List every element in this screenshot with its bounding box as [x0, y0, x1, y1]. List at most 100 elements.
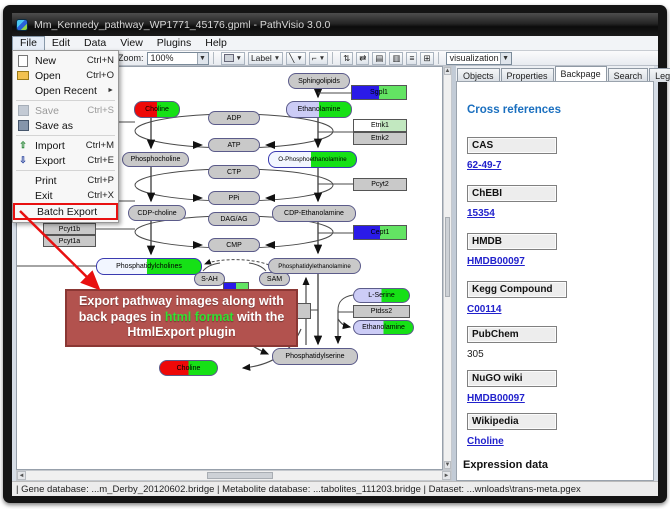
canvas-vertical-scrollbar[interactable]: ▲ ▼ [443, 66, 452, 470]
new-datanode-button[interactable]: ▼ [221, 52, 245, 65]
menu-item-print[interactable]: PrintCtrl+P [13, 173, 118, 188]
menu-item-import[interactable]: ⇧ ImportCtrl+M [13, 138, 118, 153]
node-pcyt1b[interactable]: Pcyt1b [43, 223, 96, 235]
node-atp[interactable]: ATP [208, 138, 260, 152]
align-center-x-icon: ⇅ [343, 53, 350, 64]
section-header-chebi: ChEBI [467, 185, 557, 202]
open-folder-icon [16, 70, 30, 82]
tab-backpage[interactable]: Backpage [555, 66, 607, 82]
menu-item-save-as[interactable]: Save as [13, 118, 118, 133]
title-bar[interactable]: Mm_Kennedy_pathway_WP1771_45176.gpml - P… [12, 13, 658, 36]
node-ctp[interactable]: CTP [208, 165, 260, 179]
align-center-x-button[interactable]: ⇅ [340, 52, 353, 65]
node-ethanolamine-top[interactable]: Ethanolamine [286, 101, 352, 118]
node-l-serine[interactable]: L-Serine [353, 288, 410, 303]
scroll-up-icon[interactable]: ▲ [444, 67, 451, 75]
tab-properties[interactable]: Properties [501, 68, 554, 82]
chevron-down-icon[interactable]: ▼ [197, 53, 208, 64]
chevron-down-icon: ▼ [296, 55, 302, 62]
menu-edit[interactable]: Edit [45, 36, 77, 51]
scroll-down-icon[interactable]: ▼ [444, 461, 451, 469]
menu-file[interactable]: File [12, 36, 45, 51]
node-sgpl1[interactable]: Sgpl1 [351, 85, 407, 100]
menu-plugins[interactable]: Plugins [150, 36, 198, 51]
node-phosphatidylserine[interactable]: Phosphatidylserine [272, 348, 358, 365]
status-bar: | Gene database: ...m_Derby_20120602.bri… [12, 481, 658, 496]
menu-item-exit[interactable]: ExitCtrl+X [13, 188, 118, 203]
node-ppi[interactable]: PPi [208, 191, 260, 205]
menu-item-new[interactable]: NewCtrl+N [13, 53, 118, 68]
node-phosphatidylcholines[interactable]: Phosphatidylcholines [96, 258, 202, 275]
node-phosphocholine[interactable]: Phosphocholine [122, 152, 189, 167]
node-ptdss2[interactable]: Ptdss2 [353, 305, 410, 318]
menu-view[interactable]: View [113, 36, 150, 51]
node-dag-ag[interactable]: DAG/AG [208, 212, 260, 226]
new-connector-button[interactable]: ⌐▼ [309, 52, 328, 65]
tab-legend[interactable]: Legend [649, 68, 670, 82]
node-etnk1[interactable]: Etnk1 [353, 119, 407, 132]
new-label-button[interactable]: Label▼ [248, 52, 283, 65]
menu-data[interactable]: Data [77, 36, 113, 51]
stack-horizontal-button[interactable]: ≡ [406, 52, 417, 65]
save-as-icon [16, 120, 30, 132]
scrollbar-thumb[interactable] [445, 217, 450, 297]
menu-separator [16, 135, 115, 136]
new-line-button[interactable]: ╲▼ [286, 52, 306, 65]
menu-item-open[interactable]: OpenCtrl+O [13, 68, 118, 83]
tab-objects[interactable]: Objects [457, 68, 500, 82]
link-wikipedia[interactable]: Choline [467, 436, 504, 447]
canvas-horizontal-scrollbar[interactable]: ◄ ► [16, 470, 452, 481]
section-header-nugo: NuGO wiki [467, 370, 557, 387]
node-o-phosphoethanolamine[interactable]: O-Phosphoethanolamine [268, 151, 357, 168]
chevron-down-icon[interactable]: ▼ [500, 53, 511, 64]
zoom-label: Zoom: [118, 53, 144, 63]
menu-item-save[interactable]: SaveCtrl+S [13, 103, 118, 118]
node-cmp[interactable]: CMP [208, 238, 260, 252]
node-etnk2[interactable]: Etnk2 [353, 132, 407, 145]
link-cas[interactable]: 62-49-7 [467, 160, 501, 171]
stack-vertical-icon: ⊞ [423, 53, 430, 64]
menu-item-batch-export[interactable]: Batch Export [13, 203, 118, 220]
node-adp[interactable]: ADP [208, 111, 260, 125]
chevron-down-icon: ▼ [319, 55, 325, 62]
stack-vertical-button[interactable]: ⊞ [420, 52, 433, 65]
link-kegg[interactable]: C00114 [467, 304, 501, 315]
distribute-horizontal-button[interactable]: ▤ [372, 52, 386, 65]
submenu-arrow-icon: ► [107, 87, 114, 94]
node-sphingolipids[interactable]: Sphingolipids [288, 73, 350, 89]
menu-item-open-recent[interactable]: Open Recent► [13, 83, 118, 98]
zoom-combobox[interactable]: 100% ▼ [147, 52, 209, 65]
menu-bar: File Edit Data View Plugins Help [12, 36, 658, 51]
align-center-y-icon: ⇄ [359, 53, 366, 64]
align-center-y-button[interactable]: ⇄ [356, 52, 369, 65]
link-nugo[interactable]: HMDB00097 [467, 393, 525, 404]
save-icon [16, 105, 30, 117]
node-choline-top[interactable]: Choline [134, 101, 180, 118]
node-cdp-choline[interactable]: CDP-choline [128, 205, 186, 221]
node-cept1[interactable]: Cept1 [353, 225, 407, 240]
node-pcyt1a[interactable]: Pcyt1a [43, 235, 96, 247]
visualization-combobox[interactable]: visualization ▼ [446, 52, 512, 65]
node-pcyt2[interactable]: Pcyt2 [353, 178, 407, 191]
distribute-vertical-button[interactable]: ▥ [389, 52, 403, 65]
chevron-down-icon: ▼ [274, 55, 280, 62]
scrollbar-thumb[interactable] [207, 472, 273, 479]
node-phosphatidylethanolamine[interactable]: Phosphatidylethanolamine [268, 258, 361, 274]
node-cdp-ethanolamine[interactable]: CDP-Ethanolamine [272, 205, 356, 222]
menu-item-export[interactable]: ⇩ ExportCtrl+E [13, 153, 118, 168]
tab-search[interactable]: Search [608, 68, 649, 82]
annotation-callout[interactable]: Export pathway images along with back pa… [65, 289, 298, 347]
scroll-left-icon[interactable]: ◄ [17, 471, 26, 480]
file-menu: NewCtrl+N OpenCtrl+O Open Recent► SaveCt… [12, 50, 119, 223]
highlighted-text: html format [165, 310, 234, 324]
link-hmdb[interactable]: HMDB00097 [467, 256, 525, 267]
cross-references-heading: Cross references [467, 104, 561, 116]
scroll-right-icon[interactable]: ► [442, 471, 451, 480]
backpage-content: Cross references CAS 62-49-7 ChEBI 15354… [456, 81, 654, 481]
menu-help[interactable]: Help [198, 36, 234, 51]
node-ethanolamine-bottom[interactable]: Ethanolamine [353, 320, 414, 335]
link-chebi[interactable]: 15354 [467, 208, 495, 219]
node-sam[interactable]: SAM [259, 272, 290, 286]
node-choline-selected[interactable]: Choline [159, 360, 218, 376]
node-s-ah[interactable]: S-AH [194, 272, 225, 286]
